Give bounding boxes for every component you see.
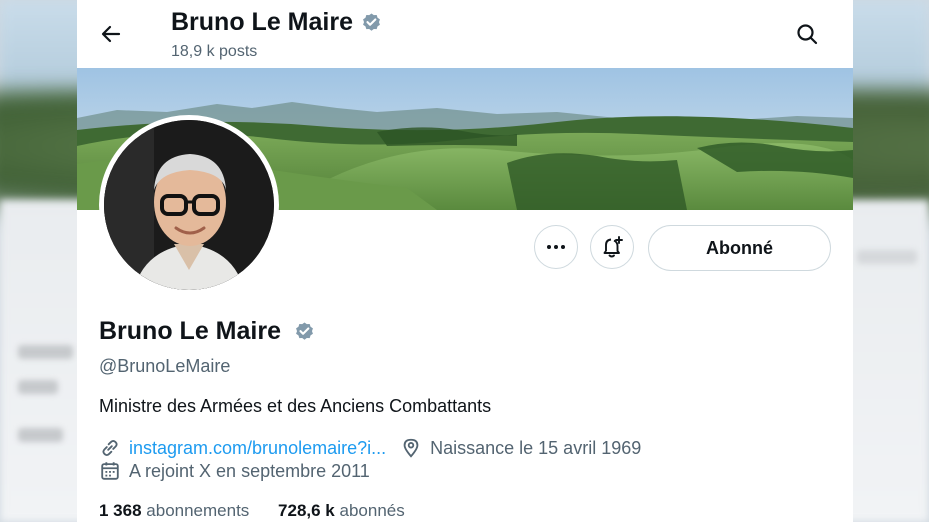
back-button[interactable] bbox=[93, 18, 129, 50]
more-button[interactable] bbox=[534, 225, 578, 269]
search-button[interactable] bbox=[790, 18, 824, 50]
calendar-icon bbox=[99, 460, 121, 482]
search-icon bbox=[797, 24, 818, 45]
backdrop-ghost-text bbox=[18, 380, 58, 394]
backdrop-ghost-text bbox=[18, 345, 73, 359]
profile-meta-row: instagram.com/brunolemaire?i... Naissanc… bbox=[99, 436, 641, 460]
profile-name: Bruno Le Maire bbox=[99, 317, 281, 345]
notify-button[interactable] bbox=[590, 225, 634, 269]
profile-meta-row: A rejoint X en septembre 2011 bbox=[99, 459, 370, 483]
profile-bio: Ministre des Armées et des Anciens Comba… bbox=[99, 396, 492, 416]
profile-avatar[interactable] bbox=[99, 115, 279, 295]
backdrop-ghost-text bbox=[857, 250, 917, 264]
following-link[interactable]: 1 368 abonnements bbox=[99, 501, 249, 520]
arrow-left-icon bbox=[101, 25, 121, 43]
bell-plus-icon bbox=[603, 236, 623, 258]
profile-joined: A rejoint X en septembre 2011 bbox=[129, 460, 370, 481]
verified-badge-icon bbox=[363, 13, 380, 31]
posts-count: 18,9 k posts bbox=[171, 43, 258, 60]
followers-link[interactable]: 728,6 k abonnés bbox=[278, 501, 405, 520]
more-icon bbox=[547, 245, 565, 249]
following-label: abonnements bbox=[146, 501, 250, 520]
profile-link[interactable]: instagram.com/brunolemaire?i... bbox=[129, 438, 386, 459]
profile-handle: @BrunoLeMaire bbox=[99, 356, 231, 376]
following-count: 1 368 bbox=[99, 501, 142, 520]
follow-stats: 1 368 abonnements 728,6 k abonnés bbox=[99, 501, 405, 521]
header-title: Bruno Le Maire bbox=[171, 8, 353, 36]
profile-panel: Bruno Le Maire 18,9 k posts Abonné Bruno… bbox=[77, 0, 853, 522]
avatar-photo bbox=[104, 120, 274, 290]
verified-badge-icon bbox=[296, 322, 313, 340]
link-icon bbox=[99, 437, 121, 459]
location-pin-icon bbox=[400, 437, 422, 459]
followers-count: 728,6 k bbox=[278, 501, 335, 520]
backdrop-ghost-text bbox=[18, 428, 63, 442]
profile-birth: Naissance le 15 avril 1969 bbox=[430, 437, 642, 458]
following-button[interactable]: Abonné bbox=[648, 225, 831, 271]
top-bar: Bruno Le Maire 18,9 k posts bbox=[77, 0, 853, 68]
followers-label: abonnés bbox=[339, 501, 405, 520]
